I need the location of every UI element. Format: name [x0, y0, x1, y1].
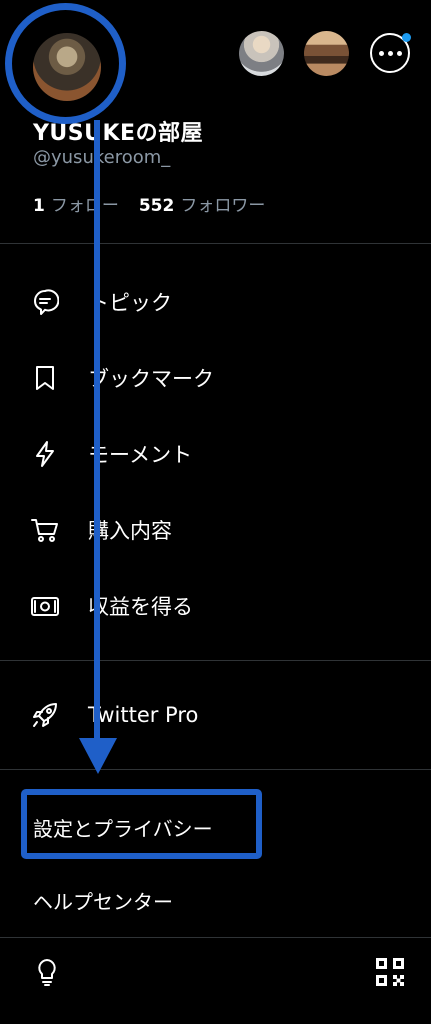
menu-item-twitter-pro[interactable]: Twitter Pro	[30, 695, 198, 735]
divider	[0, 660, 431, 661]
menu-item-label: ブックマーク	[88, 367, 214, 391]
menu-item-monetization[interactable]: 収益を得る	[30, 586, 193, 626]
annotation-circle	[5, 3, 126, 124]
annotation-arrow-head	[79, 738, 117, 774]
bolt-icon	[30, 439, 60, 469]
notification-dot	[402, 33, 411, 42]
lightbulb-icon[interactable]	[34, 957, 62, 987]
menu-item-label: モーメント	[88, 443, 193, 467]
divider	[0, 769, 431, 770]
menu-item-label: トピック	[88, 291, 172, 315]
menu-item-topics[interactable]: トピック	[30, 282, 172, 322]
divider	[0, 937, 431, 938]
topic-icon	[30, 287, 60, 317]
bookmark-icon	[30, 363, 60, 393]
followers-label[interactable]: フォロワー	[180, 191, 265, 216]
follow-stats: 1 フォロー 552 フォロワー	[33, 191, 265, 216]
account-avatar-2[interactable]	[239, 31, 284, 76]
followers-count[interactable]: 552	[139, 196, 175, 216]
qr-code-icon[interactable]	[375, 957, 405, 987]
menu-item-label: 収益を得る	[88, 595, 193, 619]
annotation-arrow-line	[94, 120, 100, 745]
menu-item-label: 購入内容	[88, 519, 172, 543]
annotation-highlight-box	[21, 789, 262, 859]
money-icon	[30, 591, 60, 621]
more-icon	[378, 50, 402, 56]
following-count[interactable]: 1	[33, 196, 45, 216]
cart-icon	[30, 515, 60, 545]
menu-item-bookmarks[interactable]: ブックマーク	[30, 358, 214, 398]
account-avatar-3[interactable]	[304, 31, 349, 76]
divider	[0, 243, 431, 244]
handle: @yusukeroom_	[33, 147, 171, 168]
rocket-icon	[30, 700, 60, 730]
following-label[interactable]: フォロー	[51, 191, 119, 216]
menu-item-purchases[interactable]: 購入内容	[30, 510, 172, 550]
menu-item-label: Twitter Pro	[88, 703, 199, 727]
menu-item-moments[interactable]: モーメント	[30, 434, 192, 474]
help-center-link[interactable]: ヘルプセンター	[33, 886, 173, 915]
